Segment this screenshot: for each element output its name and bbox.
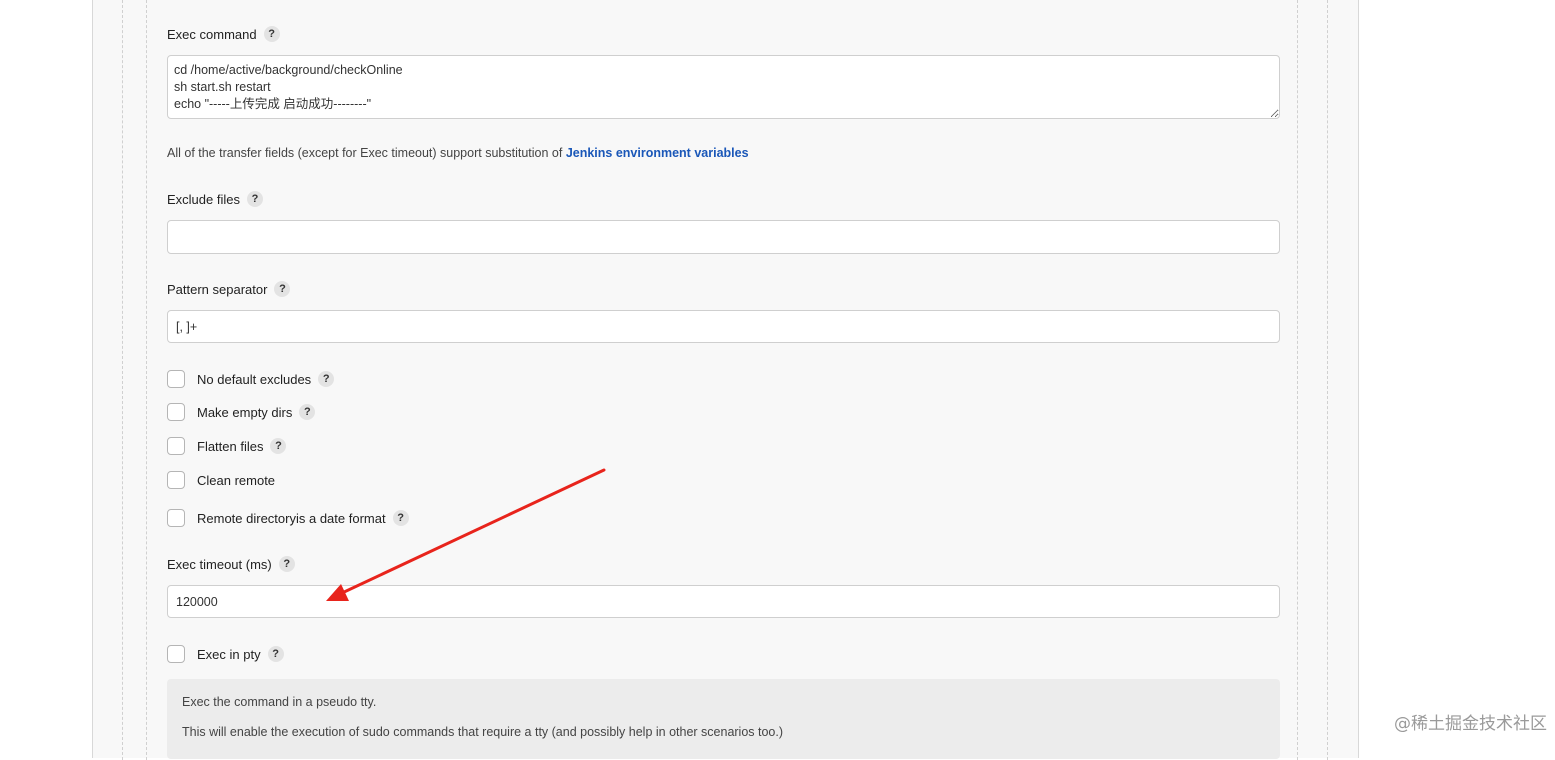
checkbox-row-clean-remote: Clean remote [167,471,275,489]
flatten-files-label: Flatten files [197,438,264,454]
dashed-guide-outer-left [122,0,123,760]
exec-in-pty-checkbox[interactable] [167,645,185,663]
exec-in-pty-label: Exec in pty [197,646,261,662]
make-empty-dirs-help-icon[interactable]: ? [299,404,316,420]
checkbox-row-flatten-files: Flatten files ? [167,437,287,455]
exclude-files-help-icon[interactable]: ? [246,191,263,207]
exec-in-pty-help-line: Exec the command in a pseudo tty. [182,695,377,709]
clean-remote-label: Clean remote [197,472,276,488]
exec-in-pty-help-line: This will enable the execution of sudo c… [182,725,784,739]
pattern-separator-help-icon[interactable]: ? [274,281,291,297]
exclude-files-input[interactable] [167,220,1280,254]
exec-in-pty-help-panel: Exec the command in a pseudo tty. This w… [167,679,1280,759]
remote-directory-date-label: Remote directoryis a date format [197,510,386,526]
exec-timeout-label-row: Exec timeout (ms) ? [167,556,295,572]
exec-timeout-input[interactable] [167,585,1280,618]
pattern-separator-label: Pattern separator [167,281,268,297]
flatten-files-checkbox[interactable] [167,437,185,455]
pattern-separator-input[interactable] [167,310,1280,343]
exec-timeout-help-icon[interactable]: ? [278,556,295,572]
flatten-files-help-icon[interactable]: ? [270,438,287,454]
make-empty-dirs-checkbox[interactable] [167,403,185,421]
watermark-text: @稀土掘金技术社区 [1394,714,1547,734]
exec-command-label-row: Exec command ? [167,26,280,42]
exec-command-label: Exec command [167,26,257,42]
substitution-note: All of the transfer fields (except for E… [167,146,749,160]
exec-in-pty-help-icon[interactable]: ? [267,646,284,662]
exec-command-textarea[interactable]: cd /home/active/background/checkOnline s… [167,55,1280,119]
checkbox-row-no-default-excludes: No default excludes ? [167,370,335,388]
exclude-files-label: Exclude files [167,191,240,207]
clean-remote-checkbox[interactable] [167,471,185,489]
pattern-separator-label-row: Pattern separator ? [167,281,291,297]
exclude-files-label-row: Exclude files ? [167,191,263,207]
exec-command-help-icon[interactable]: ? [263,26,280,42]
dashed-guide-inner-right [1297,0,1298,760]
substitution-note-text: All of the transfer fields (except for E… [167,146,566,160]
no-default-excludes-help-icon[interactable]: ? [318,371,335,387]
checkbox-row-exec-in-pty: Exec in pty ? [167,645,284,663]
dashed-guide-inner-left [146,0,147,760]
exec-timeout-label: Exec timeout (ms) [167,556,272,572]
no-default-excludes-label: No default excludes [197,371,312,387]
checkbox-row-make-empty-dirs: Make empty dirs ? [167,403,316,421]
remote-directory-date-help-icon[interactable]: ? [392,510,409,526]
dashed-guide-outer-right [1327,0,1328,760]
make-empty-dirs-label: Make empty dirs [197,404,293,420]
no-default-excludes-checkbox[interactable] [167,370,185,388]
jenkins-env-vars-link[interactable]: Jenkins environment variables [566,146,749,160]
remote-directory-date-checkbox[interactable] [167,509,185,527]
checkbox-row-remote-directory-date: Remote directoryis a date format ? [167,509,409,527]
